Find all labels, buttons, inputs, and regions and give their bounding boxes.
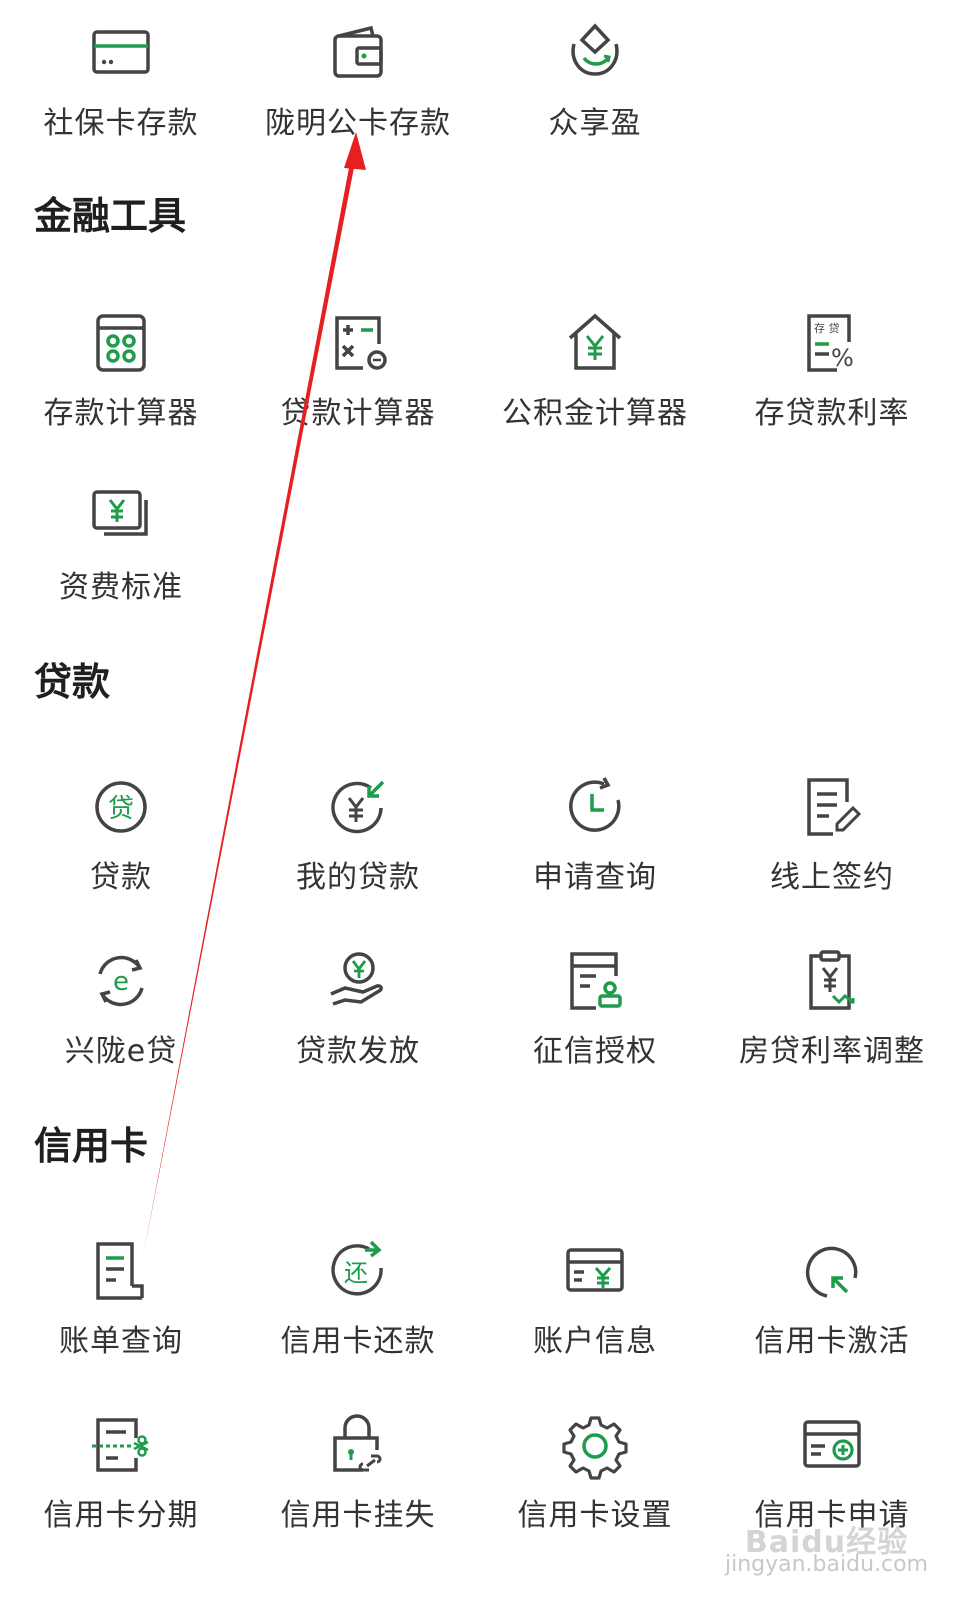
xinglong-e-loan[interactable]: e 兴陇e贷 (0, 946, 242, 1096)
item-label: 征信授权 (533, 1034, 657, 1069)
lotus-icon (560, 18, 630, 88)
my-loans[interactable]: 我的贷款 (237, 772, 479, 922)
watermark: Baidu经验 jingyan.baidu.com (724, 1525, 928, 1577)
watermark-url: jingyan.baidu.com (724, 1552, 928, 1577)
installment-icon (86, 1410, 156, 1480)
item-label: 陇明公卡存款 (265, 106, 451, 141)
item-label: 社保卡存款 (43, 106, 199, 141)
fee-standards[interactable]: 资费标准 (0, 482, 242, 632)
activate-icon (797, 1236, 867, 1306)
rate-adjust-icon (797, 946, 867, 1016)
credit-card-repayment[interactable]: 还 信用卡还款 (237, 1236, 479, 1386)
card-apply-icon (797, 1410, 867, 1480)
item-label: 账单查询 (59, 1324, 183, 1359)
longming-card-deposit[interactable]: 陇明公卡存款 (237, 18, 479, 168)
account-card-icon (560, 1236, 630, 1306)
item-label: 资费标准 (59, 570, 183, 605)
item-label: 公积金计算器 (502, 396, 688, 431)
social-security-card-deposit[interactable]: 社保卡存款 (0, 18, 242, 168)
lock-icon (323, 1410, 393, 1480)
credit-card-report-loss[interactable]: 信用卡挂失 (237, 1410, 479, 1560)
credit-card-settings[interactable]: 信用卡设置 (474, 1410, 716, 1560)
loan-calculator[interactable]: 贷款计算器 (237, 308, 479, 458)
item-label: 房贷利率调整 (739, 1034, 925, 1069)
account-info[interactable]: 账户信息 (474, 1236, 716, 1386)
housing-fund-calculator[interactable]: 公积金计算器 (474, 308, 716, 458)
item-label: 信用卡激活 (754, 1324, 910, 1359)
item-label: 信用卡还款 (280, 1324, 436, 1359)
watermark-brand: Baidu经验 (744, 1525, 909, 1560)
my-loan-icon (323, 772, 393, 842)
svg-text:还: 还 (344, 1259, 368, 1287)
item-label: 申请查询 (533, 860, 657, 895)
repay-icon: 还 (323, 1236, 393, 1306)
item-label: 信用卡分期 (43, 1498, 199, 1533)
item-label: 信用卡设置 (517, 1498, 673, 1533)
application-query[interactable]: 申请查询 (474, 772, 716, 922)
hand-coin-icon (323, 946, 393, 1016)
item-label: 兴陇e贷 (64, 1034, 178, 1069)
item-label: 存贷款利率 (754, 396, 910, 431)
section-title-finance-tools: 金融工具 (34, 194, 187, 238)
svg-text:存 贷: 存 贷 (814, 321, 840, 335)
credit-authorization[interactable]: 征信授权 (474, 946, 716, 1096)
item-label: 账户信息 (533, 1324, 657, 1359)
house-yuan-icon (560, 308, 630, 378)
mortgage-rate-adjustment[interactable]: 房贷利率调整 (711, 946, 953, 1096)
rate-document-icon: 存 贷% (797, 308, 867, 378)
item-label: 贷款发放 (296, 1034, 420, 1069)
section-title-loans: 贷款 (34, 660, 111, 704)
wallet-icon (323, 18, 393, 88)
loan[interactable]: 贷 贷款 (0, 772, 242, 922)
credit-card-activation[interactable]: 信用卡激活 (711, 1236, 953, 1386)
e-loan-icon: e (86, 946, 156, 1016)
loan-calculator-icon (323, 308, 393, 378)
calculator-icon (86, 308, 156, 378)
deposit-calculator[interactable]: 存款计算器 (0, 308, 242, 458)
svg-text:e: e (113, 967, 129, 997)
credit-card-installment[interactable]: 信用卡分期 (0, 1410, 242, 1560)
item-label: 贷款 (90, 860, 152, 895)
svg-text:贷: 贷 (108, 794, 134, 824)
item-label: 信用卡挂失 (280, 1498, 436, 1533)
loan-disbursement[interactable]: 贷款发放 (237, 946, 479, 1096)
item-label: 贷款计算器 (280, 396, 436, 431)
item-label: 线上签约 (770, 860, 894, 895)
section-title-credit-card: 信用卡 (34, 1124, 149, 1168)
fee-icon (86, 482, 156, 552)
item-label: 众享盈 (548, 106, 642, 141)
services-page: 社保卡存款 陇明公卡存款 众享盈 金融工具 存款计算器 贷款计算器 公积金计算器 (0, 0, 968, 1600)
zhongxiangying[interactable]: 众享盈 (474, 18, 716, 168)
item-label: 存款计算器 (43, 396, 199, 431)
bill-query[interactable]: 账单查询 (0, 1236, 242, 1386)
card-icon (86, 18, 156, 88)
loan-badge-icon: 贷 (86, 772, 156, 842)
gear-icon (560, 1410, 630, 1480)
credit-auth-icon (560, 946, 630, 1016)
clock-icon (560, 772, 630, 842)
sign-document-icon (797, 772, 867, 842)
online-signing[interactable]: 线上签约 (711, 772, 953, 922)
bill-icon (86, 1236, 156, 1306)
item-label: 我的贷款 (296, 860, 420, 895)
svg-text:%: % (831, 344, 854, 372)
deposit-loan-rates[interactable]: 存 贷% 存贷款利率 (711, 308, 953, 458)
